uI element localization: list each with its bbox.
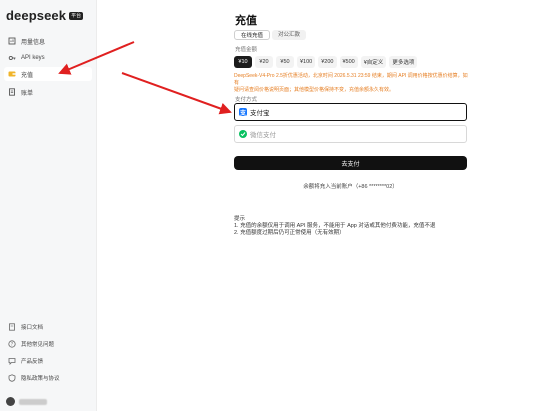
account-info: 余额将充入当前账户（+86 ********02） (303, 184, 398, 190)
user-profile[interactable] (6, 397, 47, 406)
tips-section: 提示 1. 充值的余额仅用于调用 API 服务，不能用于 App 对话或其他付费… (234, 216, 435, 237)
amount-option[interactable]: ¥100 (297, 56, 316, 68)
sidebar: deepseek 平台 用量信息 API keys 充值 账单 接口文档 ? 其… (0, 0, 97, 411)
amount-options: ¥10 ¥20 ¥50 ¥100 ¥200 ¥500 ¥自定义 更多选项 (234, 56, 418, 68)
logo-text: deepseek (6, 8, 67, 23)
feedback-icon (8, 357, 16, 365)
logo-badge: 平台 (69, 11, 84, 20)
amount-option[interactable]: 更多选项 (389, 56, 418, 68)
sidebar-item-label: 充值 (21, 72, 34, 79)
tips-title: 提示 (234, 216, 246, 222)
usage-icon (8, 37, 16, 45)
sidebar-item-api-keys[interactable]: API keys (4, 51, 92, 65)
sidebar-item-billing[interactable]: 账单 (4, 85, 92, 99)
bill-icon (8, 88, 16, 96)
amount-option[interactable]: ¥200 (318, 56, 337, 68)
payment-option-label: 支付宝 (250, 110, 270, 117)
amount-option[interactable]: ¥500 (339, 56, 358, 68)
sidebar-item-label: 用量信息 (21, 39, 46, 46)
arrow-to-alipay (121, 72, 232, 115)
doc-icon (8, 323, 16, 331)
promo-notice-line: DeepSeek-V4-Pro 2.5折优惠活动，北京时间 2026.5.31 … (234, 73, 468, 86)
tab-bank-transfer[interactable]: 对公汇款 (272, 30, 307, 40)
tips-item: 2. 充值额度过期后仍可正常使用（无有效期） (234, 230, 345, 236)
sidebar-item-usage[interactable]: 用量信息 (4, 34, 92, 48)
sidebar-link-label: 产品反馈 (21, 359, 44, 365)
deepseek-logo[interactable]: deepseek 平台 (6, 8, 84, 23)
user-name-redacted (19, 398, 47, 405)
sidebar-link-privacy[interactable]: 隐私政策与协议 (4, 371, 92, 385)
amount-option[interactable]: ¥自定义 (360, 56, 387, 68)
avatar (6, 397, 15, 406)
key-icon (8, 54, 16, 62)
tips-item: 1. 充值的余额仅用于调用 API 服务，不能用于 App 对话或其他付费功能，… (234, 223, 436, 229)
sidebar-item-label: API keys (21, 55, 45, 61)
page-title: 充值 (235, 15, 257, 27)
payment-option-label: 微信支付 (250, 132, 276, 139)
amount-label: 充值金额 (235, 47, 258, 53)
sidebar-link-label: 隐私政策与协议 (21, 376, 60, 382)
sidebar-link-label: 其他常见问题 (21, 342, 55, 348)
sidebar-link-feedback[interactable]: 产品反馈 (4, 354, 92, 368)
recharge-tabs: 在线充值 对公汇款 (234, 30, 307, 40)
pay-button[interactable]: 去支付 (234, 156, 467, 170)
amount-option[interactable]: ¥50 (276, 56, 294, 68)
alipay-icon: 支 (239, 108, 247, 117)
amount-option[interactable]: ¥20 (255, 56, 273, 68)
sidebar-link-docs[interactable]: 接口文档 (4, 320, 92, 334)
amount-option[interactable]: ¥10 (234, 56, 252, 68)
payment-label: 支付方式 (235, 97, 258, 103)
help-icon: ? (8, 340, 16, 348)
wechat-pay-icon (239, 130, 247, 138)
sidebar-item-label: 账单 (21, 90, 34, 97)
promo-notice: DeepSeek-V4-Pro 2.5折优惠活动，北京时间 2026.5.31 … (234, 73, 470, 94)
sidebar-item-recharge[interactable]: 充值 (4, 67, 92, 81)
sidebar-link-label: 接口文档 (21, 325, 44, 331)
tab-online-recharge[interactable]: 在线充值 (234, 30, 271, 40)
privacy-icon (8, 374, 16, 382)
sidebar-link-faq[interactable]: ? 其他常见问题 (4, 337, 92, 351)
payment-option-wechat[interactable]: 微信支付 (234, 125, 467, 143)
payment-option-alipay[interactable]: 支 支付宝 (234, 103, 467, 121)
promo-notice-line: 疑问请查阅价格说明页面；其他模型价格保持不变，充值余额永久有效。 (234, 87, 395, 93)
wallet-icon (8, 70, 16, 78)
